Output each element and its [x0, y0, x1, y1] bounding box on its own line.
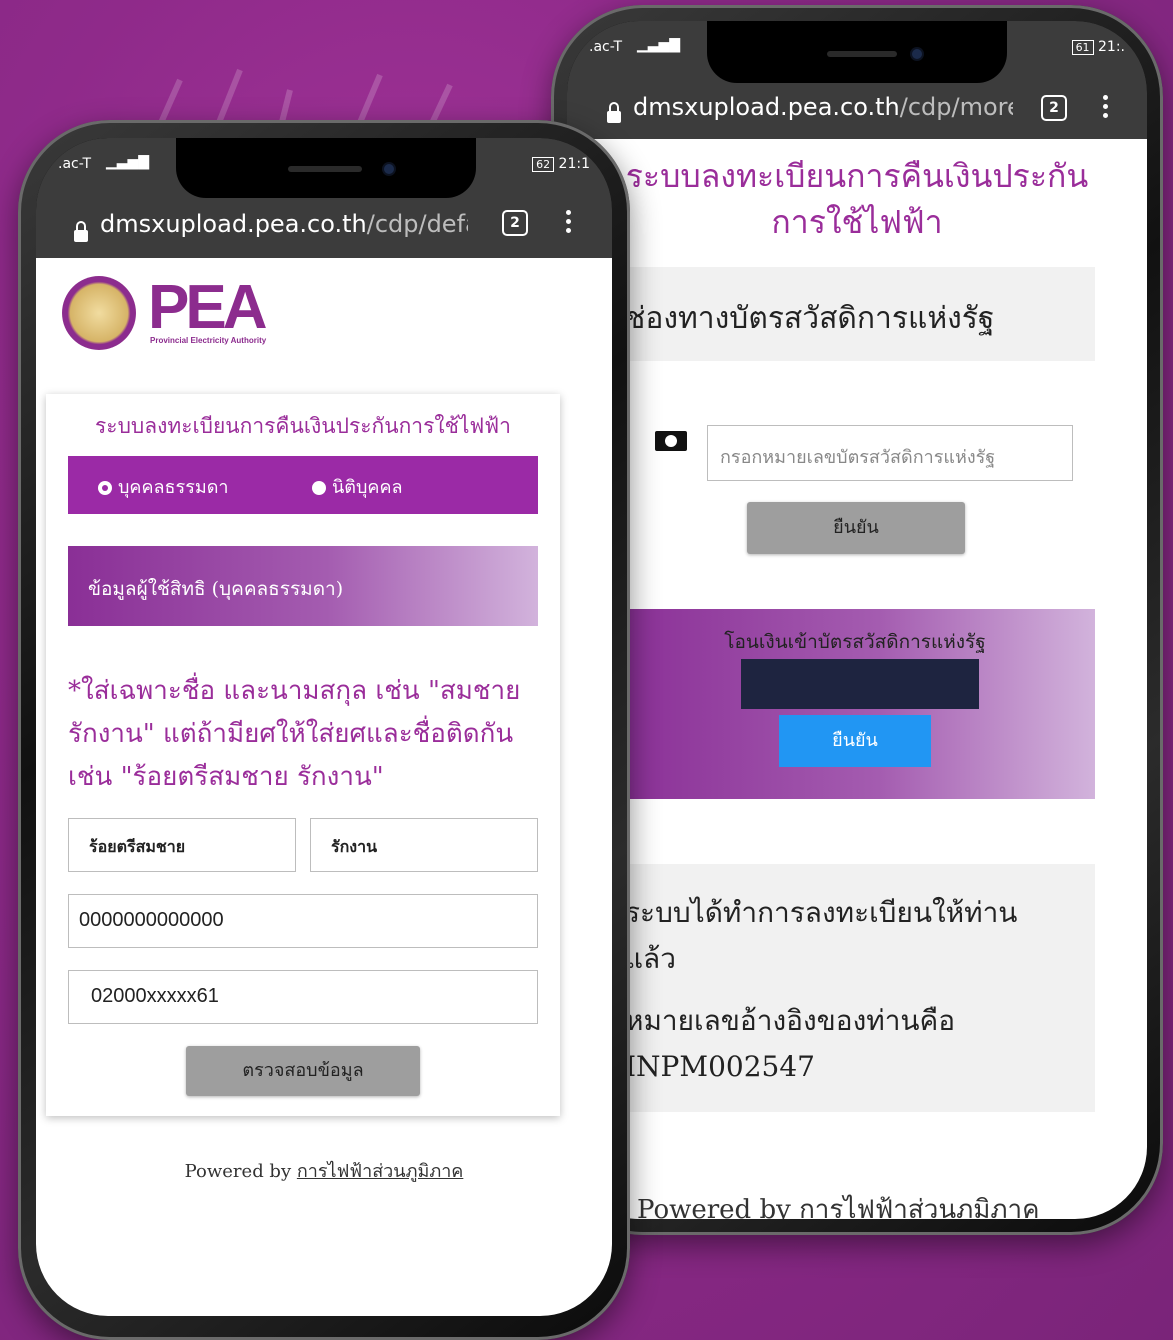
- result-reference: หมายเลขอ้างอิงของท่านคือ INPM002547: [625, 1004, 956, 1083]
- redacted-block: [741, 659, 979, 709]
- radio-selected-icon: [98, 481, 112, 495]
- check-data-button[interactable]: ตรวจสอบข้อมูล: [186, 1046, 420, 1096]
- address-bar[interactable]: dmsxupload.pea.co.th/cdp/defau 2: [36, 188, 612, 258]
- person-type-selector: บุคคลธรรมดา นิติบุคคล: [68, 456, 538, 514]
- welfare-card-input[interactable]: กรอกหมายเลขบัตรสวัสดิการแห่งรัฐ: [707, 425, 1073, 481]
- welfare-card-placeholder: กรอกหมายเลขบัตรสวัสดิการแห่งรัฐ: [720, 447, 996, 468]
- tab-switcher-button[interactable]: 2: [502, 210, 528, 236]
- radio-individual[interactable]: บุคคลธรรมดา: [98, 472, 229, 501]
- menu-icon[interactable]: [1103, 95, 1109, 122]
- url-text[interactable]: dmsxupload.pea.co.th/cdp/defau: [100, 210, 468, 238]
- radio-juristic[interactable]: นิติบุคคล: [312, 472, 403, 501]
- confirm-button[interactable]: ยืนยัน: [747, 502, 965, 554]
- first-name-input[interactable]: ร้อยตรีสมชาย: [68, 818, 296, 872]
- section-header-bar: ข้อมูลผู้ใช้สิทธิ (บุคคลธรรมดา): [68, 546, 538, 626]
- footer: Powered by การไฟฟ้าส่วนภูมิภาค: [36, 1156, 612, 1185]
- lock-icon: [607, 102, 621, 123]
- signal-icon: ▁▃▅▇: [106, 154, 150, 170]
- notch: [707, 21, 1007, 83]
- status-right: 61 21:.: [1071, 39, 1125, 55]
- name-instruction: *ใส่เฉพาะชื่อ และนามสกุล เช่น "สมชาย รัก…: [68, 676, 521, 792]
- footer-prefix: Powered by: [637, 1195, 791, 1219]
- channel-header: ช่องทางบัตรสวัสดิการแห่งรัฐ: [625, 301, 995, 336]
- tab-switcher-button[interactable]: 2: [1041, 95, 1067, 121]
- registration-card: ระบบลงทะเบียนการคืนเงินประกันการใช้ไฟฟ้า…: [46, 394, 560, 1116]
- lock-icon: [74, 221, 88, 242]
- url-text[interactable]: dmsxupload.pea.co.th/cdp/more: [633, 93, 1013, 121]
- account-number-input[interactable]: 02000xxxxx61: [68, 970, 538, 1024]
- page-title: ระบบลงทะเบียนการคืนเงินประกันการใช้ไฟฟ้า: [625, 157, 1089, 241]
- form-title: ระบบลงทะเบียนการคืนเงินประกันการใช้ไฟฟ้า: [95, 414, 511, 438]
- section-header: ข้อมูลผู้ใช้สิทธิ (บุคคลธรรมดา): [88, 578, 344, 600]
- transfer-header: โอนเงินเข้าบัตรสวัสดิการแห่งรัฐ: [724, 631, 986, 653]
- camera-icon: [912, 49, 922, 59]
- notch: [176, 138, 476, 198]
- footer: Powered by การไฟฟ้าส่วนภูมิภาค: [637, 1189, 1040, 1219]
- footer-link[interactable]: การไฟฟ้าส่วนภูมิภาค: [297, 1161, 463, 1182]
- pea-seal-logo: [62, 276, 136, 350]
- banknote-icon: [655, 431, 687, 451]
- right-phone: .ac-T ▁▃▅▇ 61 21:. dmsxupload.pea.co.th/…: [551, 5, 1163, 1235]
- last-name-input[interactable]: รักงาน: [310, 818, 538, 872]
- right-phone-screen: .ac-T ▁▃▅▇ 61 21:. dmsxupload.pea.co.th/…: [567, 21, 1147, 1219]
- clock: 21:1: [558, 156, 590, 172]
- result-panel: ระบบได้ทำการลงทะเบียนให้ท่านแล้ว หมายเลข…: [615, 864, 1095, 1112]
- transfer-panel: โอนเงินเข้าบัตรสวัสดิการแห่งรัฐ ยืนยัน: [615, 609, 1095, 799]
- carrier-label: .ac-T: [58, 156, 92, 172]
- signal-icon: ▁▃▅▇: [637, 37, 681, 53]
- radio-unselected-icon: [312, 481, 326, 495]
- menu-icon[interactable]: [566, 210, 572, 237]
- id-number-input[interactable]: 0000000000000: [68, 894, 538, 948]
- footer-prefix: Powered by: [184, 1161, 292, 1182]
- pea-logo-text: PEA: [148, 273, 268, 342]
- channel-panel: ช่องทางบัตรสวัสดิการแห่งรัฐ: [615, 267, 1095, 361]
- pea-logo-tagline: Provincial Electricity Authority: [150, 336, 267, 345]
- left-phone: .ac-T ▁▃▅▇ 62 21:1 dmsxupload.pea.co.th/…: [18, 120, 630, 1340]
- battery-icon: 62: [532, 157, 555, 172]
- left-phone-screen: .ac-T ▁▃▅▇ 62 21:1 dmsxupload.pea.co.th/…: [36, 138, 612, 1316]
- camera-icon: [384, 164, 394, 174]
- left-page: PEA Provincial Electricity Authority ระบ…: [36, 258, 612, 1316]
- clock: 21:.: [1098, 39, 1125, 55]
- carrier-label: .ac-T: [589, 39, 623, 55]
- right-page: ระบบลงทะเบียนการคืนเงินประกันการใช้ไฟฟ้า…: [567, 139, 1147, 1219]
- transfer-confirm-button[interactable]: ยืนยัน: [779, 715, 931, 767]
- footer-link[interactable]: การไฟฟ้าส่วนภูมิภาค: [799, 1195, 1039, 1219]
- result-registered: ระบบได้ทำการลงทะเบียนให้ท่านแล้ว: [625, 896, 1018, 975]
- battery-icon: 61: [1071, 40, 1094, 55]
- status-right: 62 21:1: [532, 156, 590, 172]
